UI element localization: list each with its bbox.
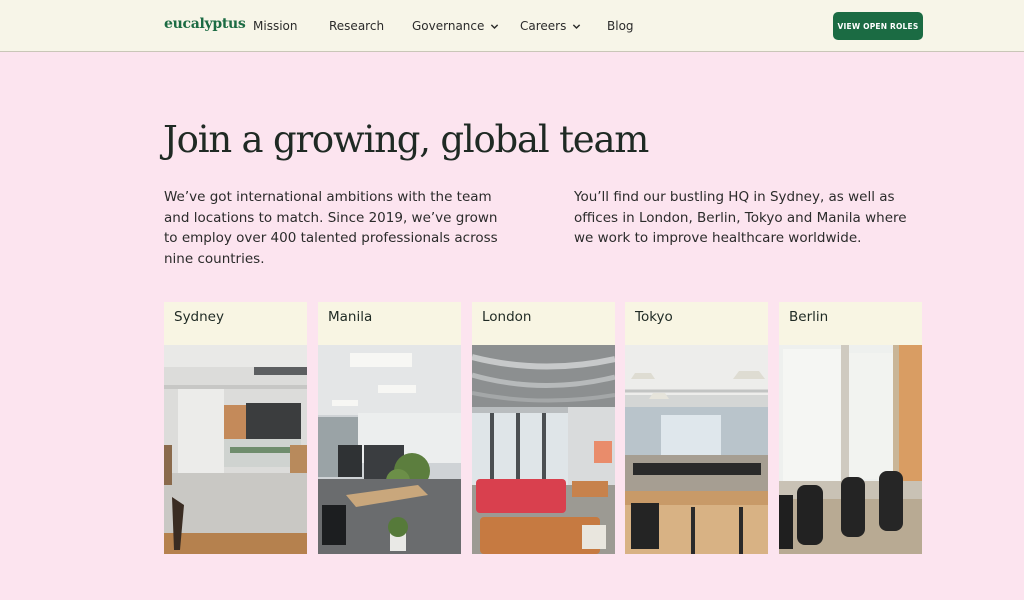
office-card-sydney[interactable]: Sydney	[164, 302, 307, 554]
chevron-down-icon	[573, 23, 581, 29]
nav-item-careers[interactable]: Careers	[520, 19, 581, 33]
manila-office-photo	[318, 345, 461, 554]
office-card-berlin[interactable]: Berlin	[779, 302, 922, 554]
office-card-manila[interactable]: Manila	[318, 302, 461, 554]
view-open-roles-button[interactable]: VIEW OPEN ROLES	[833, 12, 923, 40]
tokyo-office-photo	[625, 345, 768, 554]
nav-item-blog[interactable]: Blog	[607, 19, 634, 33]
office-city-name: London	[472, 302, 615, 345]
nav-item-mission[interactable]: Mission	[253, 19, 297, 33]
berlin-office-photo	[779, 345, 922, 554]
intro-paragraph-right: You’ll find our bustling HQ in Sydney, a…	[574, 189, 907, 246]
nav-item-label: Careers	[520, 19, 567, 33]
nav-item-label: Blog	[607, 19, 634, 33]
nav-item-label: Research	[329, 19, 385, 33]
office-card-tokyo[interactable]: Tokyo	[625, 302, 768, 554]
london-office-photo	[472, 345, 615, 554]
eucalyptus-logo[interactable]: eucalyptus	[164, 16, 246, 32]
page-title: Join a growing, global team	[163, 118, 649, 161]
nav-item-label: Mission	[253, 19, 298, 33]
sydney-office-photo	[164, 345, 307, 554]
nav-item-research[interactable]: Research	[329, 19, 384, 33]
nav-item-label: Governance	[412, 19, 485, 33]
office-city-name: Tokyo	[625, 302, 768, 345]
chevron-down-icon	[491, 23, 499, 29]
office-city-name: Manila	[318, 302, 461, 345]
top-navbar: eucalyptus Mission Research Governance C…	[0, 0, 1024, 52]
nav-item-governance[interactable]: Governance	[412, 19, 499, 33]
intro-paragraph-left: We’ve got international ambitions with t…	[164, 189, 498, 267]
office-city-name: Berlin	[779, 302, 922, 345]
office-card-london[interactable]: London	[472, 302, 615, 554]
office-city-name: Sydney	[164, 302, 307, 345]
